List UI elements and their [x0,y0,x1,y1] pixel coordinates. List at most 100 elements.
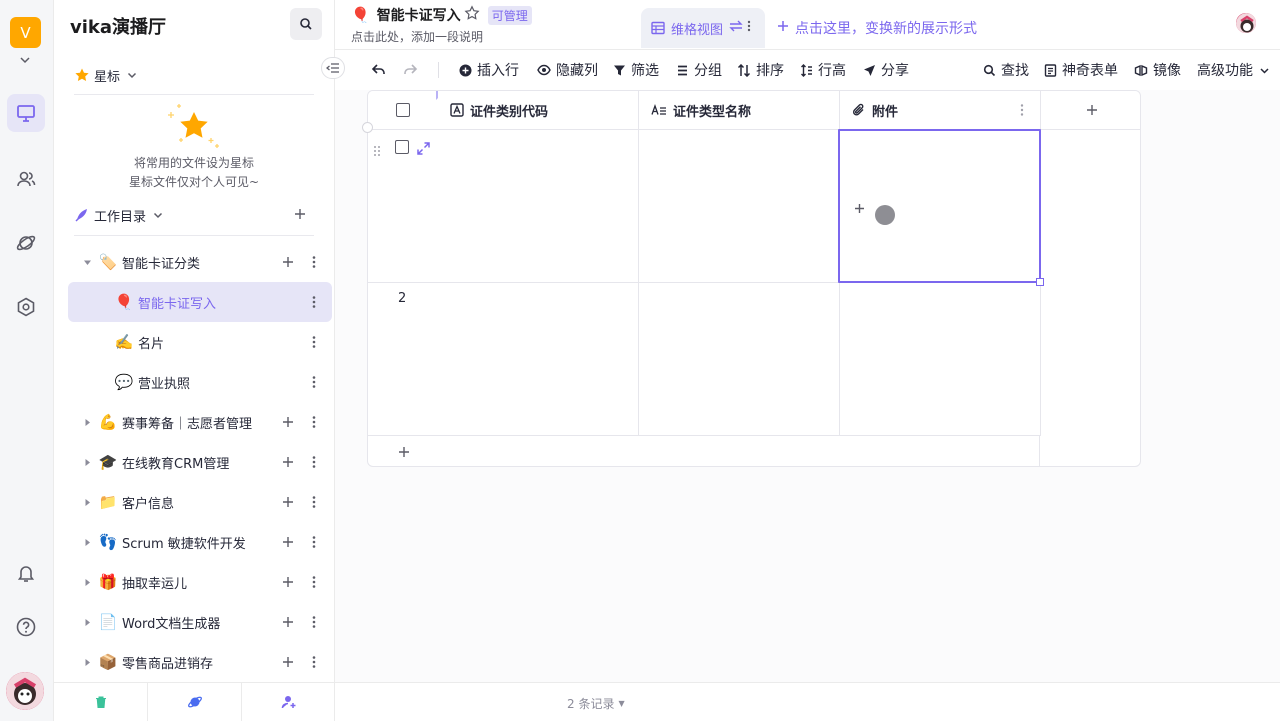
add-view-label: 点击这里，变换新的展示形式 [795,21,977,37]
active-attachment-cell[interactable] [838,129,1044,286]
add-child-icon[interactable] [280,614,296,630]
chevron-down-icon[interactable] [18,52,32,66]
catalog-node[interactable]: 👣 Scrum 敏捷软件开发 [68,522,332,562]
column-header-0[interactable]: 证件类别代码 [438,91,639,130]
caret-right-icon[interactable] [82,577,92,587]
starred-section-header[interactable]: 星标 [74,65,138,85]
column-menu-icon[interactable] [1020,103,1024,121]
invite-member-icon[interactable] [242,683,335,721]
add-child-icon[interactable] [280,654,296,670]
caret-right-icon[interactable] [82,617,92,627]
more-icon[interactable] [306,374,322,390]
caret-right-icon[interactable] [82,497,92,507]
more-icon[interactable] [306,294,322,310]
add-child-icon[interactable] [280,574,296,590]
add-child-icon[interactable] [280,414,296,430]
trash-icon[interactable] [54,683,148,721]
catalog-node[interactable]: 📄 Word文档生成器 [68,602,332,642]
notification-bell-icon[interactable] [7,554,45,592]
more-icon[interactable] [306,334,322,350]
collapse-sidebar-icon[interactable] [321,57,345,79]
caret-right-icon[interactable] [82,657,92,667]
workbench-icon[interactable] [7,94,45,132]
catalog-node[interactable]: 🎈 智能卡证写入 [68,282,332,322]
add-child-icon[interactable] [280,254,296,270]
catalog-node[interactable]: 🎁 抽取幸运儿 [68,562,332,602]
datasheet-title[interactable]: 智能卡证写入 [377,5,461,25]
table-cell[interactable] [639,130,840,283]
catalog-node[interactable]: 📦 零售商品进销存 [68,642,332,682]
more-icon[interactable] [306,414,322,430]
view-tab-grid[interactable]: 维格视图 [641,8,765,48]
undo-icon[interactable] [371,59,392,81]
caret-right-icon[interactable] [82,537,92,547]
add-column-button[interactable] [1041,91,1140,130]
add-child-icon[interactable] [280,534,296,550]
hide-fields-button[interactable]: 隐藏列 [537,59,598,81]
insert-row-above-icon[interactable] [362,122,373,133]
view-more-icon[interactable] [747,20,751,36]
expand-record-icon[interactable] [417,140,430,159]
more-icon[interactable] [306,534,322,550]
row-height-button[interactable]: 行高 [800,59,846,81]
advanced-button[interactable]: 高级功能 [1197,59,1270,81]
more-icon[interactable] [306,654,322,670]
node-emoji: 📦 [98,653,118,671]
catalog-node[interactable]: 💪 赛事筹备｜志愿者管理 [68,402,332,442]
add-child-icon[interactable] [280,494,296,510]
settings-hexagon-icon[interactable] [7,288,45,326]
catalog-node[interactable]: 📁 客户信息 [68,482,332,522]
plus-icon [777,20,789,36]
caret-right-icon[interactable] [82,417,92,427]
datasheet-emoji[interactable]: 🎈 [351,6,370,24]
add-attachment-icon[interactable] [854,199,865,218]
star-outline-icon[interactable] [464,5,480,25]
drag-handle-icon[interactable] [373,142,381,161]
caret-right-icon[interactable] [82,457,92,467]
record-count[interactable]: 2 条记录 ▼ [567,695,625,712]
column-header-1[interactable]: 证件类型名称 [639,91,840,130]
table-row[interactable] [368,130,639,283]
add-view-button[interactable]: 点击这里，变换新的展示形式 [777,18,977,38]
search-icon[interactable] [290,8,322,40]
workspace-badge[interactable]: V [10,17,41,48]
contacts-icon[interactable] [7,160,45,198]
catalog-node[interactable]: ✍️ 名片 [68,322,332,362]
help-icon[interactable] [7,608,45,646]
add-node-icon[interactable] [290,204,310,224]
column-header-2[interactable]: 附件 [840,91,1041,130]
filter-button[interactable]: 筛选 [613,59,659,81]
more-icon[interactable] [306,494,322,510]
group-button[interactable]: 分组 [676,59,722,81]
table-cell[interactable] [840,283,1041,436]
add-row-button[interactable] [368,436,1040,466]
more-icon[interactable] [306,454,322,470]
user-avatar[interactable] [6,672,44,710]
sort-button[interactable]: 排序 [737,59,784,81]
more-icon[interactable] [306,254,322,270]
datasheet-description[interactable]: 点击此处，添加一段说明 [351,28,483,45]
add-child-icon[interactable] [280,454,296,470]
insert-row-button[interactable]: 插入行 [459,59,519,81]
more-icon[interactable] [306,614,322,630]
more-icon[interactable] [306,574,322,590]
catalog-node[interactable]: 🎓 在线教育CRM管理 [68,442,332,482]
catalog-node[interactable]: 💬 营业执照 [68,362,332,402]
share-button[interactable]: 分享 [863,59,909,81]
template-planet-icon[interactable] [148,683,242,721]
template-planet-icon[interactable] [7,224,45,262]
table-row[interactable]: 2 [368,283,639,436]
table-cell[interactable] [639,283,840,436]
fill-handle[interactable] [1036,278,1044,286]
form-button[interactable]: 神奇表单 [1044,59,1118,81]
row-checkbox[interactable] [395,140,409,154]
catalog-node[interactable]: 🏷️ 智能卡证分类 [68,242,332,282]
redo-icon[interactable] [402,59,423,81]
filter-label: 筛选 [631,63,659,79]
select-all-checkbox[interactable] [396,103,410,117]
collaborator-avatar[interactable] [1235,12,1257,34]
caret-down-icon[interactable] [82,257,92,267]
catalog-section-header[interactable]: 工作目录 [74,205,164,225]
find-button[interactable]: 查找 [983,59,1029,81]
mirror-button[interactable]: 镜像 [1134,59,1181,81]
